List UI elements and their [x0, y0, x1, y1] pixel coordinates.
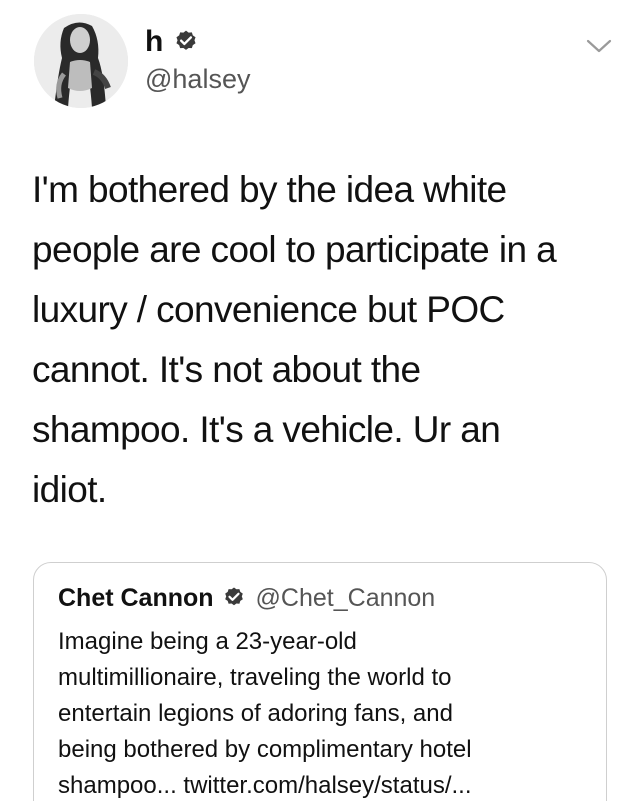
verified-badge-icon	[173, 29, 199, 55]
tweet-text-line: luxury / convenience but POC	[32, 289, 505, 330]
tweet-text-line: idiot.	[32, 469, 107, 510]
tweet-text-line: cannot. It's not about the	[32, 349, 421, 390]
quoted-text-line: being bothered by complimentary hotel	[58, 736, 472, 763]
tweet-text-line: shampoo. It's a vehicle. Ur an	[32, 409, 501, 450]
avatar[interactable]	[34, 14, 128, 108]
quoted-author-row: Chet Cannon @Chet_Cannon	[58, 581, 435, 615]
chevron-down-icon[interactable]	[584, 34, 614, 58]
quoted-author-handle: @Chet_Cannon	[255, 584, 436, 612]
quoted-display-name: Chet Cannon	[58, 584, 214, 612]
quoted-tweet-card[interactable]: Chet Cannon @Chet_Cannon Imagine being a…	[33, 562, 607, 801]
tweet-text-line: I'm bothered by the idea white	[32, 169, 507, 210]
author-row: h	[145, 22, 199, 62]
quoted-text-line: Imagine being a 23-year-old	[58, 628, 357, 655]
verified-badge-icon	[222, 586, 246, 610]
quoted-text-line: entertain legions of adoring fans, and	[58, 700, 453, 727]
quoted-text-line: multimillionaire, traveling the world to	[58, 664, 452, 691]
quoted-tweet-text: Imagine being a 23-year-old multimillion…	[58, 624, 598, 801]
author-handle[interactable]: @halsey	[145, 61, 250, 97]
quoted-text-line: shampoo... twitter.com/halsey/status/...	[58, 772, 472, 799]
tweet-text: I'm bothered by the idea white people ar…	[32, 160, 622, 520]
tweet-text-line: people are cool to participate in a	[32, 229, 557, 270]
avatar-photo	[34, 14, 128, 108]
display-name[interactable]: h	[145, 22, 163, 62]
tweet-card: h @halsey I'm bothered by the idea white…	[0, 0, 640, 801]
